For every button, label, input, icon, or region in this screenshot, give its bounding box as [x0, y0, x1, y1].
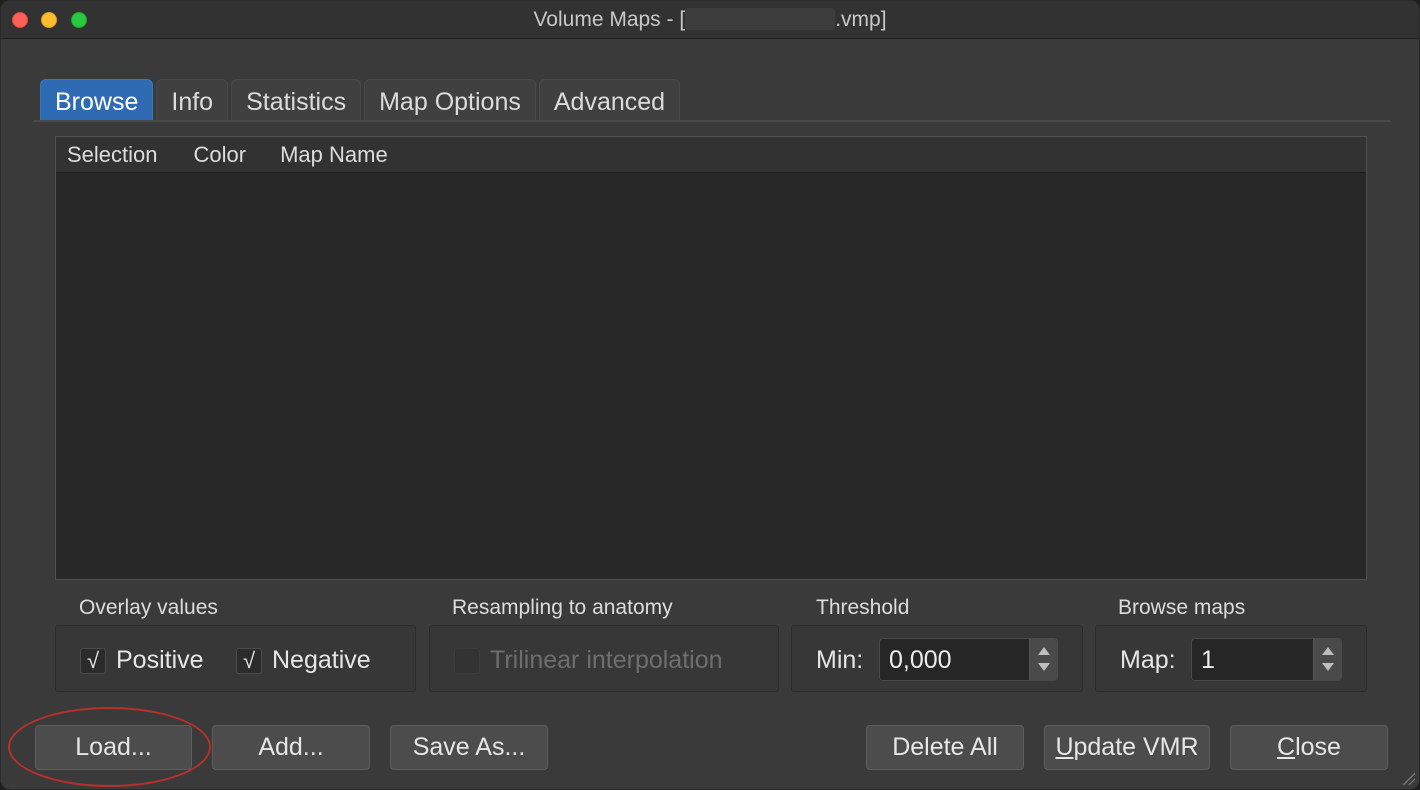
tab-map-options[interactable]: Map Options: [364, 79, 536, 121]
negative-label[interactable]: Negative: [272, 646, 371, 675]
title-prefix: Volume Maps - [: [533, 8, 686, 31]
overlay-values-label: Overlay values: [79, 596, 218, 619]
threshold-label: Threshold: [816, 596, 910, 619]
arrow-down-icon[interactable]: [1038, 663, 1050, 671]
redacted-filename: [685, 8, 836, 30]
maps-table[interactable]: Selection Color Map Name: [55, 136, 1367, 580]
resize-grip-icon[interactable]: [1401, 771, 1415, 785]
min-spinbox[interactable]: 0,000: [879, 638, 1058, 681]
positive-label[interactable]: Positive: [116, 646, 204, 675]
update-vmr-mnemonic: U: [1055, 733, 1074, 761]
arrow-up-icon[interactable]: [1322, 647, 1334, 655]
update-vmr-label: pdate VMR: [1073, 733, 1199, 761]
min-label: Min:: [816, 646, 864, 674]
map-label: Map:: [1120, 646, 1176, 674]
browse-maps-label: Browse maps: [1118, 596, 1246, 619]
arrow-up-icon[interactable]: [1038, 647, 1050, 655]
tab-divider: [34, 120, 1390, 122]
column-header-selection[interactable]: Selection: [67, 142, 158, 168]
trilinear-checkbox: [454, 647, 480, 674]
map-value[interactable]: 1: [1201, 646, 1215, 675]
title-bar: Volume Maps - [ .vmp]: [1, 1, 1419, 39]
tab-info[interactable]: Info: [156, 79, 229, 121]
negative-checkbox[interactable]: √: [236, 647, 262, 674]
browse-maps-group: Map: 1: [1095, 625, 1367, 692]
trilinear-option: Trilinear interpolation: [454, 646, 723, 675]
map-stepper[interactable]: [1313, 639, 1341, 680]
tab-statistics[interactable]: Statistics: [231, 79, 362, 121]
add-button[interactable]: Add...: [212, 725, 370, 770]
close-button[interactable]: Close: [1230, 725, 1388, 770]
volume-maps-dialog: Volume Maps - [ .vmp] Browse Info Statist…: [0, 0, 1420, 790]
delete-all-button[interactable]: Delete All: [866, 725, 1024, 770]
positive-checkbox[interactable]: √: [80, 647, 106, 674]
negative-option[interactable]: √ Negative: [236, 646, 371, 675]
title-suffix: .vmp]: [835, 8, 887, 31]
annotation-circle: [8, 707, 211, 787]
positive-option[interactable]: √ Positive: [80, 646, 204, 675]
tab-advanced[interactable]: Advanced: [538, 79, 681, 121]
save-as-button[interactable]: Save As...: [390, 725, 548, 770]
min-value[interactable]: 0,000: [889, 646, 952, 675]
arrow-down-icon[interactable]: [1322, 663, 1334, 671]
column-header-map-name[interactable]: Map Name: [280, 142, 388, 168]
resampling-label: Resampling to anatomy: [452, 596, 673, 619]
tab-browse[interactable]: Browse: [40, 79, 154, 121]
map-spinbox[interactable]: 1: [1191, 638, 1342, 681]
threshold-group: Min: 0,000: [791, 625, 1083, 692]
close-label: lose: [1295, 733, 1341, 761]
resampling-group: Trilinear interpolation: [429, 625, 779, 692]
update-vmr-button[interactable]: Update VMR: [1044, 725, 1210, 770]
table-header: Selection Color Map Name: [56, 137, 1366, 173]
tab-bar: Browse Info Statistics Map Options Advan…: [40, 79, 683, 121]
window-title: Volume Maps - [ .vmp]: [1, 8, 1419, 32]
column-header-color[interactable]: Color: [194, 142, 247, 168]
close-mnemonic: C: [1277, 733, 1296, 761]
min-stepper[interactable]: [1029, 639, 1057, 680]
overlay-values-group: √ Positive √ Negative: [55, 625, 416, 692]
trilinear-label: Trilinear interpolation: [490, 646, 723, 674]
